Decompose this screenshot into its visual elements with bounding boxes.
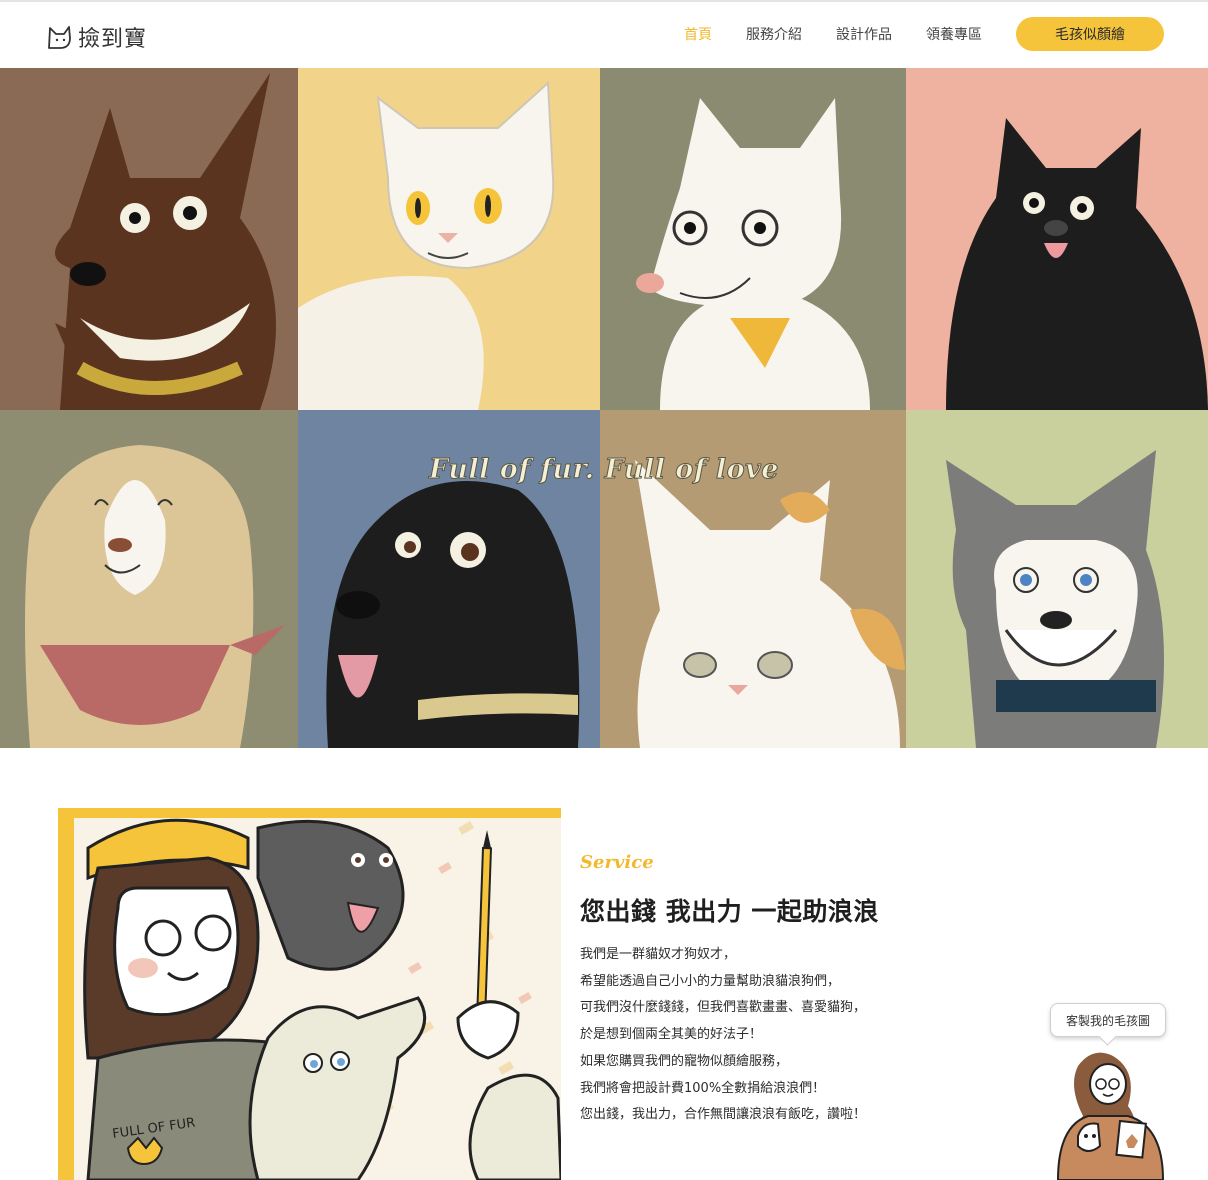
nav-adoption[interactable]: 領養專區 — [926, 24, 982, 44]
hero-tagline: Full of fur. Full of love — [429, 454, 779, 486]
custom-portrait-bubble[interactable]: 客製我的毛孩圖 — [1050, 1003, 1166, 1037]
logo[interactable]: 撿到寶 — [46, 20, 147, 54]
service-description: 我們是一群貓奴才狗奴才， 希望能透過自己小小的力量幫助浪貓浪狗們， 可我們沒什麼… — [580, 942, 1000, 1129]
cat-logo-icon — [48, 26, 71, 49]
artist-with-pets-illustration: FULL OF FUR — [58, 808, 561, 1180]
service-line: 如果您購買我們的寵物似顏繪服務， — [580, 1053, 789, 1069]
logo-text: 撿到寶 — [78, 27, 148, 52]
service-line: 於是想到個兩全其美的好法子！ — [580, 1027, 763, 1043]
white-cat-icon — [298, 68, 600, 410]
hero-tile-black-dog — [906, 68, 1208, 410]
nav-home[interactable]: 首頁 — [684, 24, 712, 44]
main-nav: 首頁 服務介紹 設計作品 領養專區 毛孩似顏繪 — [684, 17, 1164, 51]
service-illustration: FULL OF FUR — [58, 808, 561, 1180]
portrait-cta-button[interactable]: 毛孩似顏繪 — [1016, 17, 1164, 51]
brown-dog-icon — [0, 68, 298, 410]
hero-tile-brown-dog — [0, 68, 298, 410]
nav-portfolio[interactable]: 設計作品 — [836, 24, 892, 44]
nav-services[interactable]: 服務介紹 — [746, 24, 802, 44]
service-title: 您出錢 我出力 一起助浪浪 — [580, 897, 879, 926]
service-line: 我們是一群貓奴才狗奴才， — [580, 947, 737, 962]
service-eyebrow: Service — [580, 852, 654, 873]
hero-banner: Full of fur. Full of love — [0, 68, 1208, 748]
service-line: 我們將會把設計費100%全數捐給浪浪們！ — [580, 1080, 826, 1096]
mascot-widget[interactable] — [1048, 1046, 1168, 1180]
service-line: 您出錢，我出力，合作無間讓浪浪有飯吃，讚啦！ — [580, 1107, 867, 1123]
black-dog-icon — [906, 68, 1208, 410]
girl-holding-drawing-icon — [1056, 1052, 1165, 1180]
service-line: 希望能透過自己小小的力量幫助浪貓浪狗們， — [580, 973, 841, 989]
white-dog-icon — [600, 68, 906, 410]
service-line: 可我們沒什麼錢錢，但我們喜歡畫畫、喜愛貓狗， — [580, 1000, 867, 1016]
hero-tile-white-dog — [600, 68, 906, 410]
hero-tile-white-cat — [298, 68, 600, 410]
site-header: 撿到寶 首頁 服務介紹 設計作品 領養專區 毛孩似顏繪 — [0, 2, 1208, 68]
